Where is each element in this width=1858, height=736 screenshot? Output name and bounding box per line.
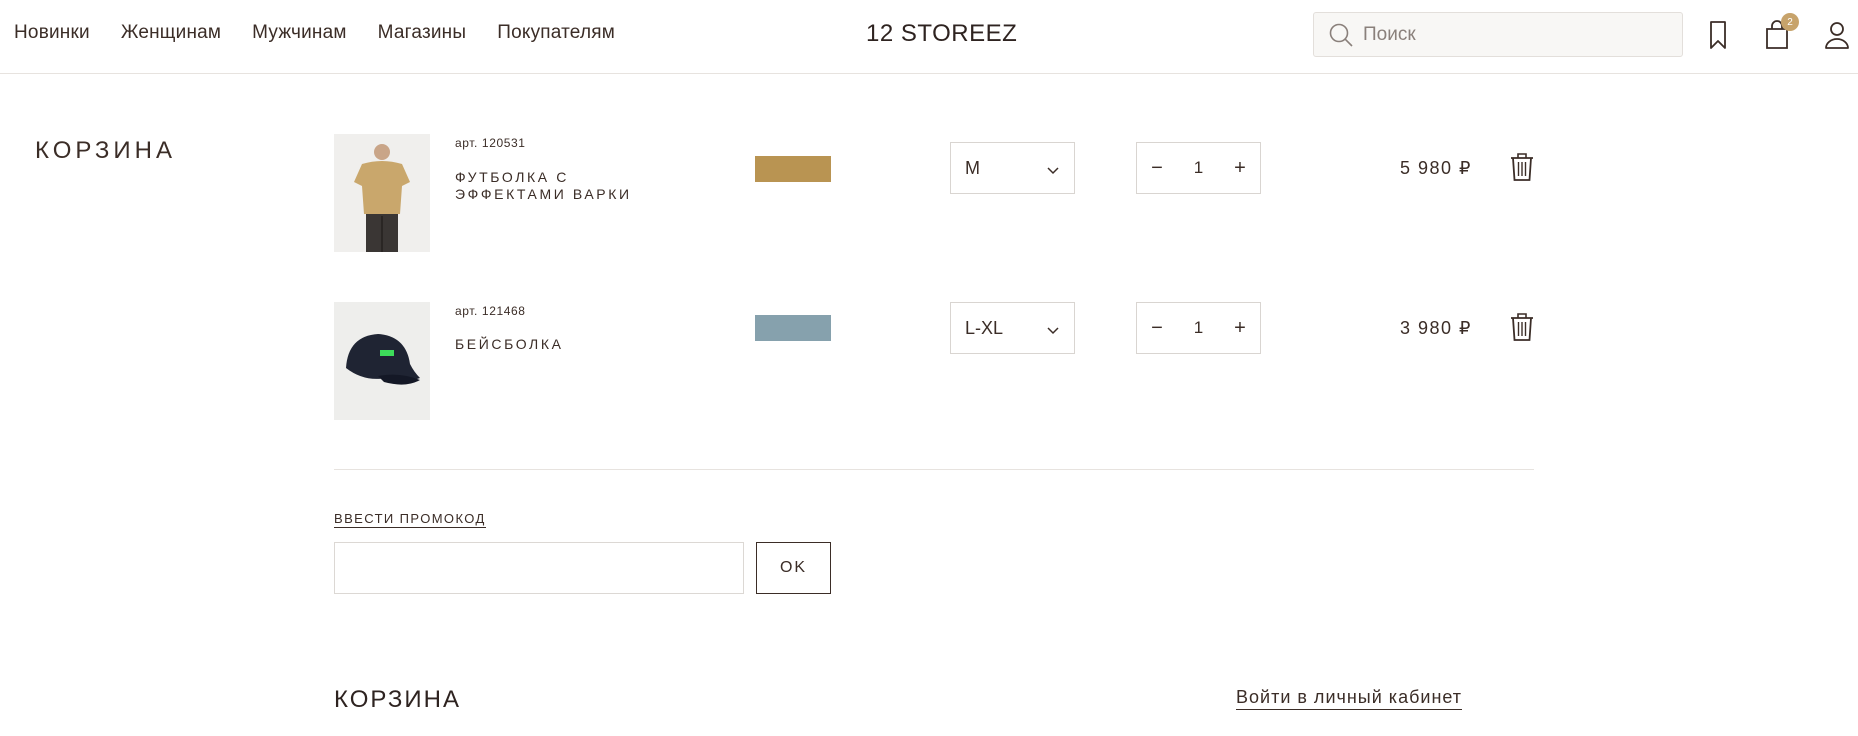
bookmark-icon[interactable] (1703, 18, 1733, 52)
size-value: M (965, 157, 980, 178)
product-image-cap[interactable] (334, 302, 430, 420)
apply-promo-button[interactable]: OK (756, 542, 831, 594)
product-image-tshirt[interactable] (334, 134, 430, 252)
chevron-down-icon (1047, 167, 1059, 175)
promo-code-input[interactable] (334, 542, 744, 594)
decrease-quantity-button[interactable]: − (1137, 143, 1177, 193)
item-price: 3 980 ₽ (1400, 318, 1472, 338)
item-price: 5 980 ₽ (1400, 158, 1472, 178)
section-title: КОРЗИНА (334, 686, 461, 713)
main-nav: Новинки Женщинам Мужчинам Магазины Покуп… (14, 22, 646, 44)
item-name[interactable]: ФУТБОЛКА С ЭФФЕКТАМИ ВАРКИ (455, 169, 655, 203)
search-box[interactable] (1313, 12, 1683, 57)
size-select[interactable]: L-XL (950, 302, 1075, 354)
item-name[interactable]: БЕЙСБОЛКА (455, 336, 655, 353)
nav-item-new[interactable]: Новинки (14, 22, 90, 44)
tshirt-model-image (334, 134, 430, 252)
search-icon (1329, 23, 1353, 47)
trash-icon[interactable] (1509, 312, 1535, 342)
nav-item-women[interactable]: Женщинам (121, 22, 221, 44)
site-logo[interactable]: 12 STOREEZ (866, 20, 1017, 48)
size-value: L-XL (965, 317, 1004, 338)
login-link[interactable]: Войти в личный кабинет (1236, 687, 1463, 710)
search-input[interactable] (1363, 23, 1663, 46)
item-article: арт. 121468 (455, 304, 526, 318)
decrease-quantity-button[interactable]: − (1137, 303, 1177, 353)
nav-item-men[interactable]: Мужчинам (252, 22, 347, 44)
color-swatch (755, 315, 831, 341)
increase-quantity-button[interactable]: + (1220, 143, 1260, 193)
color-swatch (755, 156, 831, 182)
item-article: арт. 120531 (455, 136, 526, 150)
page-title: КОРЗИНА (35, 137, 176, 164)
quantity-value: 1 (1193, 158, 1204, 177)
chevron-down-icon (1047, 327, 1059, 335)
quantity-value: 1 (1193, 318, 1204, 337)
quantity-stepper: − 1 + (1136, 302, 1261, 354)
increase-quantity-button[interactable]: + (1220, 303, 1260, 353)
site-header: Новинки Женщинам Мужчинам Магазины Покуп… (0, 0, 1858, 74)
nav-item-customers[interactable]: Покупателям (497, 22, 615, 44)
quantity-stepper: − 1 + (1136, 142, 1261, 194)
cap-product-image (334, 302, 430, 420)
trash-icon[interactable] (1509, 152, 1535, 182)
promo-code-link[interactable]: ВВЕСТИ ПРОМОКОД (334, 511, 486, 528)
divider (334, 469, 1534, 470)
nav-item-stores[interactable]: Магазины (378, 22, 467, 44)
cart-count-badge: 2 (1781, 13, 1799, 31)
size-select[interactable]: M (950, 142, 1075, 194)
user-icon[interactable] (1822, 18, 1852, 52)
